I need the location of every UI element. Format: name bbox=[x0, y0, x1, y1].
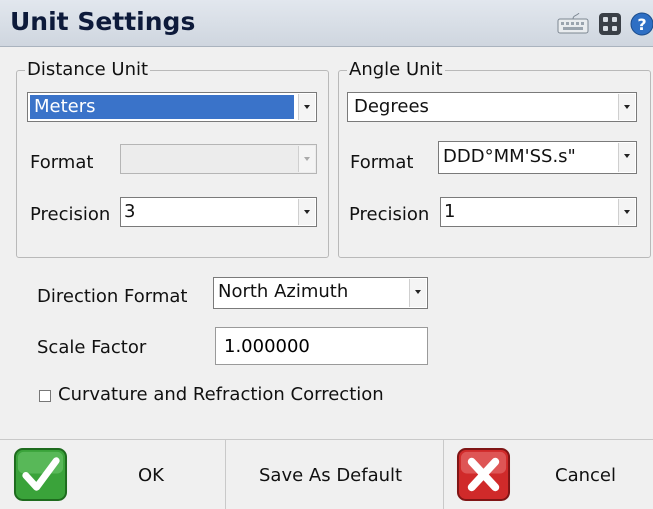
distance-precision-select[interactable]: 3 bbox=[120, 197, 317, 227]
distance-unit-value: Meters bbox=[30, 95, 294, 119]
scale-factor-label: Scale Factor bbox=[37, 337, 147, 358]
angle-unit-select[interactable]: Degrees bbox=[347, 92, 637, 122]
angle-unit-value: Degrees bbox=[354, 96, 429, 117]
angle-format-value: DDD°MM'SS.s" bbox=[443, 146, 576, 167]
chevron-down-icon[interactable] bbox=[618, 143, 635, 172]
distance-precision-value: 3 bbox=[124, 201, 136, 222]
direction-format-value: North Azimuth bbox=[218, 281, 349, 302]
scale-factor-input[interactable] bbox=[216, 328, 427, 364]
distance-format-label: Format bbox=[30, 152, 94, 173]
distance-unit-select[interactable]: Meters bbox=[27, 92, 317, 122]
distance-precision-label: Precision bbox=[30, 204, 111, 225]
scale-factor-input-box[interactable] bbox=[215, 327, 428, 365]
chevron-down-icon[interactable] bbox=[298, 94, 315, 120]
help-icon[interactable]: ? bbox=[630, 12, 653, 36]
angle-precision-label: Precision bbox=[349, 204, 430, 225]
save-as-default-button[interactable]: Save As Default bbox=[226, 440, 443, 509]
button-bar: OK Save As Default Cancel bbox=[0, 439, 653, 509]
direction-format-label: Direction Format bbox=[37, 286, 188, 307]
title-bar: Unit Settings ? bbox=[0, 0, 653, 47]
angle-format-label: Format bbox=[350, 152, 414, 173]
curvature-label[interactable]: Curvature and Refraction Correction bbox=[58, 384, 384, 405]
angle-precision-value: 1 bbox=[444, 201, 456, 222]
window-title: Unit Settings bbox=[10, 7, 196, 36]
ok-label: OK bbox=[138, 465, 164, 486]
ok-button[interactable]: OK bbox=[0, 440, 225, 509]
distance-format-select bbox=[120, 144, 317, 174]
cancel-x-icon bbox=[456, 447, 511, 502]
svg-text:?: ? bbox=[637, 15, 646, 34]
keyboard-icon[interactable] bbox=[557, 13, 589, 35]
direction-format-select[interactable]: North Azimuth bbox=[213, 277, 428, 309]
save-as-default-label: Save As Default bbox=[259, 465, 403, 486]
grid-icon[interactable] bbox=[598, 12, 622, 36]
chevron-down-icon bbox=[298, 146, 315, 172]
cancel-label: Cancel bbox=[555, 465, 616, 486]
chevron-down-icon[interactable] bbox=[618, 94, 635, 120]
angle-unit-legend: Angle Unit bbox=[347, 59, 445, 80]
angle-precision-select[interactable]: 1 bbox=[440, 197, 637, 227]
chevron-down-icon[interactable] bbox=[298, 199, 315, 225]
distance-unit-legend: Distance Unit bbox=[25, 59, 151, 80]
cancel-button[interactable]: Cancel bbox=[444, 440, 653, 509]
checkmark-icon bbox=[13, 447, 68, 502]
chevron-down-icon[interactable] bbox=[409, 279, 426, 307]
angle-format-select[interactable]: DDD°MM'SS.s" bbox=[438, 141, 637, 174]
chevron-down-icon[interactable] bbox=[618, 199, 635, 225]
curvature-checkbox[interactable] bbox=[39, 390, 51, 402]
